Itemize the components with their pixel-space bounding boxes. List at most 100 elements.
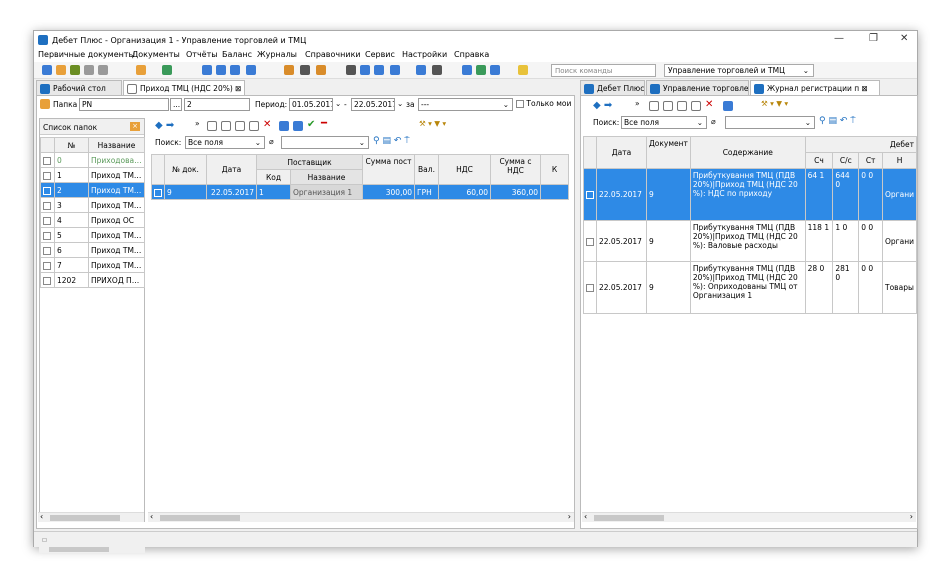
- row-check[interactable]: [151, 184, 165, 200]
- row-check[interactable]: [40, 257, 55, 273]
- row-check[interactable]: [40, 182, 55, 198]
- row-check[interactable]: [40, 272, 55, 288]
- eraser-icon[interactable]: ⌀: [711, 117, 716, 126]
- menu-documents[interactable]: Документы: [132, 50, 180, 59]
- mail-icon[interactable]: [416, 65, 426, 75]
- calculator-icon[interactable]: [346, 65, 356, 75]
- approve-icon[interactable]: ✔: [307, 119, 315, 130]
- check-icon[interactable]: [70, 65, 80, 75]
- search-input[interactable]: ⌄: [281, 136, 369, 149]
- minimize-button[interactable]: —: [834, 33, 844, 44]
- open-folder-icon[interactable]: [136, 65, 146, 75]
- copy-doc-icon[interactable]: [677, 101, 687, 111]
- menu-reports[interactable]: Отчёты: [186, 50, 218, 59]
- table-row[interactable]: 22.05.2017 9 Прибуткування ТМЦ (ПДВ 20%)…: [583, 261, 917, 314]
- menu-settings[interactable]: Настройки: [402, 50, 447, 59]
- chart-icon[interactable]: [246, 65, 256, 75]
- folder-icon[interactable]: [56, 65, 66, 75]
- nav-arrows-icon[interactable]: ◆ ➡: [593, 100, 612, 111]
- list-icon[interactable]: [84, 65, 94, 75]
- chevron-down-icon[interactable]: ⌄: [397, 99, 403, 108]
- close-button[interactable]: ✕: [900, 33, 908, 44]
- menu-primary-docs[interactable]: Первичные документы: [38, 50, 135, 59]
- more-icon[interactable]: »: [635, 99, 640, 108]
- delete-icon[interactable]: ✕: [263, 119, 271, 130]
- list-item[interactable]: 2 Приход ТМ…: [40, 182, 145, 198]
- edit-doc-icon[interactable]: [221, 121, 231, 131]
- eraser-icon[interactable]: ⌀: [269, 137, 274, 146]
- number-input[interactable]: 2: [184, 98, 250, 111]
- warning-icon[interactable]: [518, 65, 528, 75]
- row-check[interactable]: [40, 152, 55, 168]
- menu-service[interactable]: Сервис: [365, 50, 395, 59]
- home-icon[interactable]: [42, 65, 52, 75]
- new-doc-icon[interactable]: [649, 101, 659, 111]
- date-to-input[interactable]: 22.05.2017: [351, 98, 395, 111]
- row-check[interactable]: [583, 261, 597, 314]
- table-row[interactable]: 9 22.05.2017 1 Организация 1 300,00 ГРН …: [151, 184, 569, 200]
- find-icon[interactable]: ⚲ ▤ ↶ ⍑: [373, 136, 410, 146]
- copy-doc-icon[interactable]: [235, 121, 245, 131]
- binoculars-icon[interactable]: [202, 65, 212, 75]
- gear-icon[interactable]: [390, 65, 400, 75]
- help-icon[interactable]: [462, 65, 472, 75]
- globe-icon[interactable]: [476, 65, 486, 75]
- chevron-down-icon[interactable]: ⌄: [335, 99, 341, 108]
- edit-doc-icon[interactable]: [663, 101, 673, 111]
- row-check[interactable]: [40, 197, 55, 213]
- row-check[interactable]: [40, 212, 55, 228]
- menu-help[interactable]: Справка: [454, 50, 489, 59]
- reject-icon[interactable]: ━: [321, 118, 327, 129]
- list-item[interactable]: 0 Приходова…: [40, 152, 145, 168]
- tab-journal[interactable]: Журнал регистрации п ⊠: [750, 80, 880, 95]
- menu-journals[interactable]: Журналы: [257, 50, 297, 59]
- tab-prihod[interactable]: Приход ТМЦ (НДС 20%) ⊠: [123, 80, 245, 95]
- print-icon[interactable]: [279, 121, 289, 131]
- menu-balance[interactable]: Баланс: [222, 50, 252, 59]
- row-check[interactable]: [583, 220, 597, 262]
- list-item[interactable]: 1 Приход ТМ…: [40, 167, 145, 183]
- back-arrow-icon[interactable]: ◆ ➡: [155, 120, 174, 131]
- star-icon[interactable]: [360, 65, 370, 75]
- tab-trade[interactable]: Управление торговлей: [646, 80, 749, 95]
- tools-icon[interactable]: ⚒ ▾ ▼ ▾: [419, 119, 446, 128]
- print-icon[interactable]: [723, 101, 733, 111]
- people-icon[interactable]: [316, 65, 326, 75]
- list-item[interactable]: 1202 ПРИХОД П…: [40, 272, 145, 288]
- journal-search-input[interactable]: ⌄: [725, 116, 815, 129]
- tab-desktop[interactable]: Рабочий стол: [36, 80, 122, 95]
- list-item[interactable]: 3 Приход ТМ…: [40, 197, 145, 213]
- close-panel-icon[interactable]: ×: [130, 122, 140, 131]
- row-check[interactable]: [583, 168, 597, 221]
- tab-debet-plus[interactable]: Дебет Плюс: [580, 80, 645, 95]
- context-select[interactable]: Управление торговлей и ТМЦ ⌄: [664, 64, 814, 77]
- close-tab-icon[interactable]: ⊠: [235, 84, 241, 93]
- preview-icon[interactable]: [293, 121, 303, 131]
- row-check[interactable]: [40, 227, 55, 243]
- briefcase-icon[interactable]: [300, 65, 310, 75]
- search-scope-select[interactable]: Все поля ⌄: [185, 136, 265, 149]
- menu-references[interactable]: Справочники: [305, 50, 361, 59]
- folder-input[interactable]: PN: [79, 98, 169, 111]
- list-item[interactable]: 6 Приход ТМ…: [40, 242, 145, 258]
- calendar-icon[interactable]: [216, 65, 226, 75]
- list-item[interactable]: 7 Приход ТМ…: [40, 257, 145, 273]
- close-tab-icon[interactable]: ⊠: [862, 84, 868, 93]
- date-from-input[interactable]: 01.05.2017: [289, 98, 333, 111]
- table-row[interactable]: 22.05.2017 9 Прибуткування ТМЦ (ПДВ 20%)…: [583, 220, 917, 262]
- message-icon[interactable]: [490, 65, 500, 75]
- save-doc-icon[interactable]: [249, 121, 259, 131]
- more-icon[interactable]: »: [195, 119, 200, 128]
- list-item[interactable]: 5 Приход ТМ…: [40, 227, 145, 243]
- journal-scrollbar[interactable]: ‹ ›: [582, 512, 916, 522]
- folder-browse-button[interactable]: ...: [170, 98, 182, 111]
- trash-icon[interactable]: [98, 65, 108, 75]
- folder-scrollbar[interactable]: ‹: [38, 512, 144, 522]
- plus-icon[interactable]: [374, 65, 384, 75]
- command-search-input[interactable]: Поиск команды: [551, 64, 656, 77]
- docs-scrollbar[interactable]: ‹ ›: [148, 512, 574, 522]
- network-icon[interactable]: [432, 65, 442, 75]
- period-select[interactable]: --- ⌄: [418, 98, 513, 111]
- delete-icon[interactable]: ✕: [705, 99, 713, 110]
- tools-icon[interactable]: ⚒ ▾ ▼ ▾: [761, 99, 788, 108]
